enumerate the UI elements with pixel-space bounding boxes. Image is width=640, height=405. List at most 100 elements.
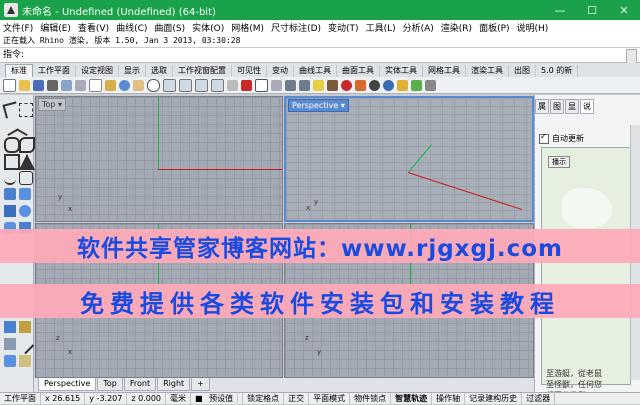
toggle-grid-snap[interactable]: 锁定格点 [243,392,285,405]
vp-tab-perspective[interactable]: Perspective [38,378,97,391]
vp-tab-top[interactable]: Top [97,378,123,391]
environment-icon[interactable] [383,79,394,91]
menu-transform[interactable]: 变动(T) [328,21,359,34]
sphere-solid-icon[interactable] [19,205,31,217]
tab-render-tools[interactable]: 渲染工具 [466,65,509,77]
material-icon[interactable] [355,79,366,91]
close-button[interactable]: ✕ [608,0,640,20]
point-icon[interactable] [1,117,19,137]
check-icon[interactable] [15,335,35,355]
menu-panels[interactable]: 面板(P) [479,21,509,34]
zoom-selected-icon[interactable] [211,78,224,92]
options-icon[interactable] [397,79,408,91]
undo-icon[interactable] [119,79,130,91]
layer-icon[interactable] [327,79,338,91]
toggle-smarttrack[interactable]: 智慧轨迹 [391,392,433,405]
panel-tab-properties[interactable]: 属 [535,99,549,114]
print-icon[interactable] [47,79,58,91]
menu-dimension[interactable]: 尺寸标注(D) [271,21,321,34]
menu-file[interactable]: 文件(F) [3,21,33,34]
analyze-icon[interactable] [4,355,16,367]
copy-icon[interactable] [89,78,102,92]
toggle-planar[interactable]: 平面模式 [309,392,351,405]
plugin-icon[interactable] [411,79,422,91]
properties-icon[interactable] [241,79,252,91]
tab-viewport-layout[interactable]: 工作视窗配置 [173,65,232,77]
polyline-icon[interactable] [16,117,34,137]
polygon-icon[interactable] [19,154,35,170]
menu-edit[interactable]: 编辑(E) [40,21,71,34]
menu-view[interactable]: 查看(V) [78,21,109,34]
toggle-filter[interactable]: 过滤器 [522,392,556,405]
tab-set-view[interactable]: 设定视图 [76,65,119,77]
auto-update-option[interactable]: 自动更新 [539,132,584,144]
extrude-surface-icon[interactable] [19,188,31,200]
menu-help[interactable]: 说明(H) [517,21,549,34]
open-folder-icon[interactable] [19,79,30,91]
panel-tab-layers[interactable]: 图 [550,99,564,114]
menu-mesh[interactable]: 网格(M) [231,21,264,34]
tab-curve-tools[interactable]: 曲线工具 [294,65,337,77]
arc-icon[interactable] [19,137,35,153]
array-icon[interactable] [4,338,16,350]
tab-transform[interactable]: 变动 [267,65,294,77]
cut-icon[interactable] [75,79,86,91]
panel-tab-display[interactable]: 显 [565,99,579,114]
maximize-button[interactable]: ☐ [576,0,608,20]
viewport-top[interactable]: Top ▾ x y [35,96,283,222]
command-prompt[interactable]: 指令: [0,47,640,64]
tab-visibility[interactable]: 可见性 [232,65,267,77]
curve-icon[interactable] [4,171,16,185]
box-solid-icon[interactable] [4,205,16,217]
tab-select[interactable]: 选取 [146,65,173,77]
surface-icon[interactable] [4,188,16,200]
tab-display[interactable]: 显示 [119,65,146,77]
four-viewports-icon[interactable] [227,79,238,91]
panel-tab-help[interactable]: 说 [580,99,594,114]
select-window-icon[interactable] [19,103,33,117]
grid-snap-icon[interactable] [271,79,282,91]
viewport-title-perspective[interactable]: Perspective ▾ [288,99,349,112]
auto-update-checkbox[interactable] [539,132,549,144]
menu-solid[interactable]: 实体(O) [192,21,224,34]
menu-tools[interactable]: 工具(L) [366,21,396,34]
menu-analyze[interactable]: 分析(A) [403,21,434,34]
offset-curve-icon[interactable] [19,171,33,185]
minimize-button[interactable]: — [544,0,576,20]
help-icon[interactable] [425,79,436,91]
dimension-icon[interactable] [19,355,31,367]
zoom-window-icon[interactable] [179,78,192,92]
transform-icon[interactable] [19,321,31,333]
viewport-title-top[interactable]: Top ▾ [38,98,67,111]
paste-icon[interactable] [105,79,116,91]
menu-curve[interactable]: 曲线(C) [116,21,147,34]
boolean-union-icon[interactable] [4,321,16,333]
tab-mesh-tools[interactable]: 网格工具 [423,65,466,77]
rotate-view-icon[interactable] [147,78,160,92]
import-icon[interactable] [61,79,72,91]
tab-drafting[interactable]: 出图 [509,65,536,77]
rectangle-icon[interactable] [4,154,20,170]
zoom-extents-icon[interactable] [195,78,208,92]
new-file-icon[interactable] [3,78,16,92]
lightbulb-icon[interactable] [313,79,324,91]
hide-object-icon[interactable] [285,79,296,91]
toggle-gumball[interactable]: 操作轴 [432,392,466,405]
toggle-osnap[interactable]: 物件锁点 [350,392,392,405]
lock-object-icon[interactable] [299,79,310,91]
save-icon[interactable] [33,79,44,91]
zoom-icon[interactable] [163,78,176,92]
pan-hand-icon[interactable] [133,79,144,91]
tab-new-in-v5[interactable]: 5.0 的新 [536,65,579,77]
tab-solid-tools[interactable]: 实体工具 [380,65,423,77]
menu-render[interactable]: 渲染(R) [441,21,472,34]
toggle-record-history[interactable]: 记录建构历史 [465,392,523,405]
select-icon[interactable] [255,78,268,92]
tab-surface-tools[interactable]: 曲面工具 [337,65,380,77]
render-preview-icon[interactable] [369,79,380,91]
viewport-perspective[interactable]: Perspective ▾ x y [284,96,534,222]
command-scrollbar[interactable] [626,49,637,64]
toggle-ortho[interactable]: 正交 [284,392,310,405]
play-demo-button[interactable]: 播示 [548,156,570,168]
vp-tab-right[interactable]: Right [157,378,191,391]
